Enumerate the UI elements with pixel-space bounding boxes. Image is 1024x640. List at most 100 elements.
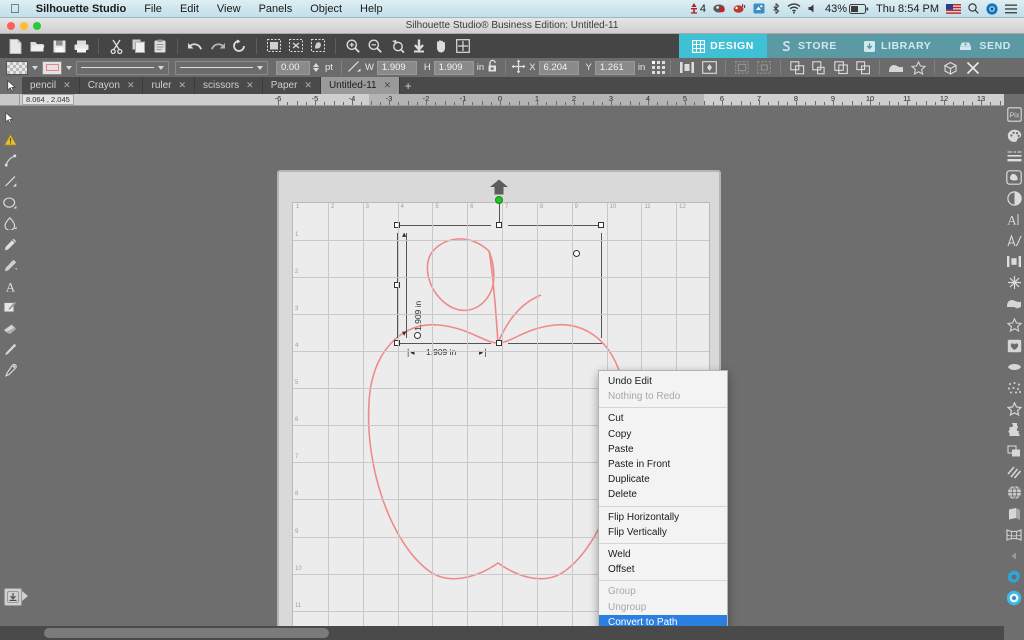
context-menu[interactable]: Undo Edit Nothing to Redo Cut Copy Paste Past… [598,370,728,626]
tab-close-icon[interactable]: ✕ [246,80,254,91]
puzzle-panel-icon[interactable] [1004,419,1024,440]
shapes-panel-icon[interactable] [1004,314,1024,335]
new-document-icon[interactable] [4,36,26,56]
tab-scissors[interactable]: scissors ✕ [195,77,263,94]
line-tool-icon[interactable] [0,171,20,192]
context-menu-item-flip-horizontally[interactable]: Flip Horizontally [599,510,727,525]
mode-send[interactable]: SEND [944,34,1024,58]
tab-close-icon[interactable]: ✕ [63,80,71,91]
undo-icon[interactable] [184,36,206,56]
y-input[interactable]: 1.261 [594,60,635,75]
paste-icon[interactable] [149,36,171,56]
align-center-icon[interactable] [676,58,698,78]
context-menu-item-duplicate[interactable]: Duplicate [599,472,727,487]
battery-status[interactable]: 43% [825,3,869,15]
reload-icon[interactable] [228,36,250,56]
selection-handle-top-right[interactable] [598,222,604,228]
download-tray-icon[interactable] [4,588,22,606]
tab-close-icon[interactable]: ✕ [384,80,392,91]
tab-paper[interactable]: Paper ✕ [262,77,321,94]
volume-icon[interactable] [808,3,818,14]
stipple-panel-icon[interactable] [1004,377,1024,398]
close-icon[interactable] [962,58,984,78]
shadow-panel-icon[interactable] [1004,188,1024,209]
tab-untitled-11[interactable]: Untitled-11 ✕ [320,77,401,94]
line-weight-dropdown[interactable] [175,60,268,75]
minimize-button[interactable] [20,22,28,30]
menu-clock[interactable]: Thu 8:54 PM [876,3,939,15]
context-menu-item-offset[interactable]: Offset [599,562,727,577]
cube-modify-icon[interactable] [940,58,962,78]
horizontal-scrollbar[interactable] [0,626,1004,640]
context-menu-item-undo-edit[interactable]: Undo Edit [599,374,727,389]
eye-icon[interactable] [713,3,726,14]
menu-view[interactable]: View [208,0,250,18]
intersect-icon[interactable] [830,58,852,78]
distribute-icon[interactable] [698,58,720,78]
warning-icon[interactable] [0,129,20,150]
zoom-button[interactable] [33,22,41,30]
tab-ruler[interactable]: ruler ✕ [143,77,196,94]
line-color-swatch[interactable] [42,60,62,75]
context-menu-item-weld[interactable]: Weld [599,547,727,562]
horizontal-scrollbar-thumb[interactable] [44,628,329,638]
sketch-panel-icon[interactable] [1004,272,1024,293]
print-icon[interactable] [70,36,92,56]
redo-icon[interactable] [206,36,228,56]
apple-logo-icon[interactable]:  [8,0,27,18]
warp-panel-icon[interactable] [1004,524,1024,545]
copy-icon[interactable] [127,36,149,56]
screenshot-icon[interactable] [753,3,765,14]
zoom-out-icon[interactable] [364,36,386,56]
bluetooth-icon[interactable] [772,3,780,14]
lock-open-icon[interactable] [487,59,500,76]
align-panel-icon[interactable] [1004,251,1024,272]
pixscan-panel-icon[interactable]: Pix [1004,104,1024,125]
context-menu-item-flip-vertically[interactable]: Flip Vertically [599,525,727,540]
preferences-panel-icon[interactable] [1004,587,1024,608]
tab-pencil[interactable]: pencil ✕ [22,77,80,94]
zoom-selection-icon[interactable] [386,36,408,56]
fit-to-page-icon[interactable] [408,36,430,56]
context-menu-item-cut[interactable]: Cut [599,411,727,426]
stroke-width-input[interactable]: 0.00 [276,60,310,75]
collapse-panel-icon[interactable] [1004,545,1024,566]
height-input[interactable]: 1.909 [433,60,474,75]
select-tool-icon[interactable] [0,108,20,129]
knife-tool-icon[interactable] [0,339,20,360]
line-style-dropdown[interactable] [76,60,169,75]
context-menu-item-convert-to-path[interactable]: Convert to Path [599,614,727,626]
polygon-tool-icon[interactable] [0,213,20,234]
context-menu-item-copy[interactable]: Copy [599,427,727,442]
x-input[interactable]: 6.204 [538,60,579,75]
spotlight-search-icon[interactable] [968,3,979,14]
deselect-all-icon[interactable] [285,36,307,56]
select-similar-icon[interactable] [307,36,329,56]
trace-panel-icon[interactable] [1004,167,1024,188]
text-style-panel-icon[interactable]: A [1004,209,1024,230]
context-menu-item-delete[interactable]: Delete [599,487,727,502]
group-icon[interactable] [731,58,753,78]
selection-anchor-point[interactable] [414,332,421,339]
edit-points-tool-icon[interactable] [0,150,20,171]
settings-panel-icon[interactable] [1004,566,1024,587]
dropbox-icon[interactable] [733,3,746,14]
new-tab-button[interactable]: + [400,77,417,94]
tab-close-icon[interactable]: ✕ [127,80,135,91]
menu-panels[interactable]: Panels [250,0,302,18]
menu-app-name[interactable]: Silhouette Studio [27,0,135,18]
design-canvas[interactable]: 1.909 in 1.909 in ∣◂ ▸∣ ▴ ▾ 123456789101… [20,106,1004,626]
wifi-icon[interactable] [787,3,801,14]
modify-panel-icon[interactable] [1004,293,1024,314]
save-document-icon[interactable] [48,36,70,56]
list-icon[interactable] [1005,4,1017,14]
select-all-icon[interactable] [263,36,285,56]
menu-object[interactable]: Object [301,0,351,18]
ellipse-tool-icon[interactable] [0,192,20,213]
ungroup-icon[interactable] [753,58,775,78]
star-shape-icon[interactable] [907,58,929,78]
fill-color-panel-icon[interactable] [1004,125,1024,146]
mode-library[interactable]: LIBRARY [849,34,945,58]
stroke-width-stepper[interactable] [313,63,319,72]
rhinestone-panel-icon[interactable] [1004,356,1024,377]
